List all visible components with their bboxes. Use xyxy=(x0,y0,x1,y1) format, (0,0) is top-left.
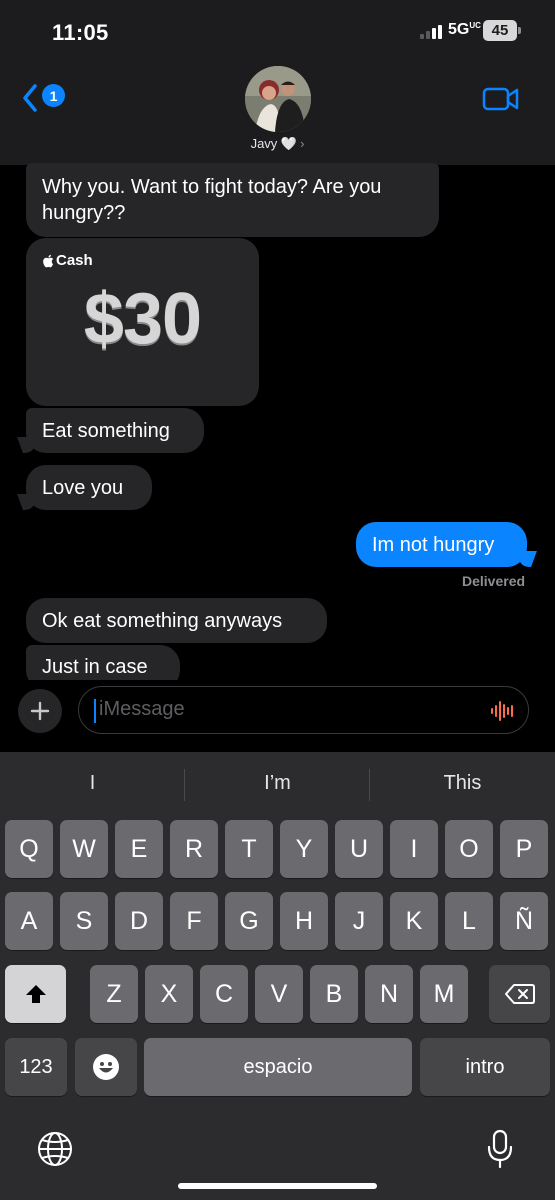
key-enye[interactable]: Ñ xyxy=(500,892,548,950)
dictation-button[interactable] xyxy=(486,1129,514,1169)
emoji-key[interactable] xyxy=(75,1038,137,1096)
key-r[interactable]: R xyxy=(170,820,218,878)
chevron-right-icon: › xyxy=(300,136,305,151)
key-q[interactable]: Q xyxy=(5,820,53,878)
key-z[interactable]: Z xyxy=(90,965,138,1023)
globe-button[interactable] xyxy=(37,1131,73,1167)
contact-name-button[interactable]: Javy 🤍 › xyxy=(0,136,555,152)
home-indicator xyxy=(178,1183,377,1189)
key-i[interactable]: I xyxy=(390,820,438,878)
message-bubble-outgoing[interactable]: Im not hungry xyxy=(356,522,527,567)
delete-icon xyxy=(504,984,535,1004)
key-l[interactable]: L xyxy=(445,892,493,950)
key-p[interactable]: P xyxy=(500,820,548,878)
message-text: Ok eat something anyways xyxy=(42,609,283,632)
battery-nub xyxy=(518,27,521,34)
key-e[interactable]: E xyxy=(115,820,163,878)
return-key[interactable]: intro xyxy=(420,1038,550,1096)
message-text: Just in case xyxy=(42,656,148,678)
apple-cash-brand: Cash xyxy=(42,252,93,269)
key-u[interactable]: U xyxy=(335,820,383,878)
key-b[interactable]: B xyxy=(310,965,358,1023)
key-s[interactable]: S xyxy=(60,892,108,950)
message-input[interactable]: iMessage xyxy=(78,686,529,734)
audio-waveform-icon[interactable] xyxy=(490,700,516,722)
key-a[interactable]: A xyxy=(5,892,53,950)
message-text: Im not hungry xyxy=(372,533,495,556)
key-y[interactable]: Y xyxy=(280,820,328,878)
message-text-line: hungry?? xyxy=(42,202,126,224)
apple-logo-icon xyxy=(43,254,54,267)
microphone-icon xyxy=(487,1129,513,1169)
suggestion-2[interactable]: I’m xyxy=(185,772,370,795)
network-type: 5GUC xyxy=(448,21,481,38)
suggestion-3[interactable]: This xyxy=(370,772,555,795)
shift-key[interactable] xyxy=(5,965,66,1023)
key-h[interactable]: H xyxy=(280,892,328,950)
text-cursor xyxy=(94,699,96,723)
message-bubble-incoming[interactable]: Ok eat something anyways xyxy=(26,598,327,643)
space-key[interactable]: espacio xyxy=(144,1038,412,1096)
cellular-signal-icon xyxy=(420,23,442,39)
key-v[interactable]: V xyxy=(255,965,303,1023)
suggestion-1[interactable]: I xyxy=(0,772,185,795)
key-c[interactable]: C xyxy=(200,965,248,1023)
key-g[interactable]: G xyxy=(225,892,273,950)
contact-name: Javy 🤍 xyxy=(250,136,298,151)
key-j[interactable]: J xyxy=(335,892,383,950)
key-m[interactable]: M xyxy=(420,965,468,1023)
globe-icon xyxy=(38,1132,72,1166)
message-text-line: Why you. Want to fight today? Are you xyxy=(42,176,382,198)
battery-indicator: 45 xyxy=(483,20,517,41)
message-bubble-incoming[interactable]: Just in case xyxy=(26,645,180,680)
facetime-video-icon xyxy=(482,87,519,111)
status-time: 11:05 xyxy=(52,20,109,45)
key-x[interactable]: X xyxy=(145,965,193,1023)
apps-plus-button[interactable] xyxy=(18,689,62,733)
message-text: Love you xyxy=(42,476,124,499)
key-t[interactable]: T xyxy=(225,820,273,878)
shift-icon xyxy=(25,985,46,1003)
unread-badge: 1 xyxy=(42,84,65,107)
message-bubble-incoming[interactable]: Love you xyxy=(26,465,152,510)
key-o[interactable]: O xyxy=(445,820,493,878)
key-d[interactable]: D xyxy=(115,892,163,950)
key-n[interactable]: N xyxy=(365,965,413,1023)
message-clip: Just in case xyxy=(0,645,555,680)
key-w[interactable]: W xyxy=(60,820,108,878)
message-text: Eat something xyxy=(42,419,170,442)
delivery-status: Delivered xyxy=(462,573,526,589)
back-button[interactable]: 1 xyxy=(18,80,68,116)
keyboard: I I’m This Q W E R T Y U I O P A S D F G… xyxy=(0,752,555,1200)
message-bubble-incoming[interactable]: Eat something xyxy=(26,408,204,453)
delete-key[interactable] xyxy=(489,965,550,1023)
key-f[interactable]: F xyxy=(170,892,218,950)
message-input-placeholder: iMessage xyxy=(99,698,185,720)
apple-cash-amount: $30 xyxy=(83,279,202,359)
message-bubble-incoming[interactable]: Why you. Want to fight today? Are you hu… xyxy=(26,163,439,237)
numbers-key[interactable]: 123 xyxy=(5,1038,67,1096)
facetime-video-button[interactable] xyxy=(482,85,520,113)
avatar-photo xyxy=(245,66,311,132)
back-chevron-icon xyxy=(23,84,37,112)
avatar[interactable] xyxy=(245,66,311,132)
conversation-header: 11:05 5GUC 45 1 Javy 🤍 › xyxy=(0,0,555,165)
key-k[interactable]: K xyxy=(390,892,438,950)
plus-icon xyxy=(30,701,50,721)
apple-cash-label: Cash xyxy=(56,252,93,269)
emoji-icon xyxy=(93,1054,119,1080)
